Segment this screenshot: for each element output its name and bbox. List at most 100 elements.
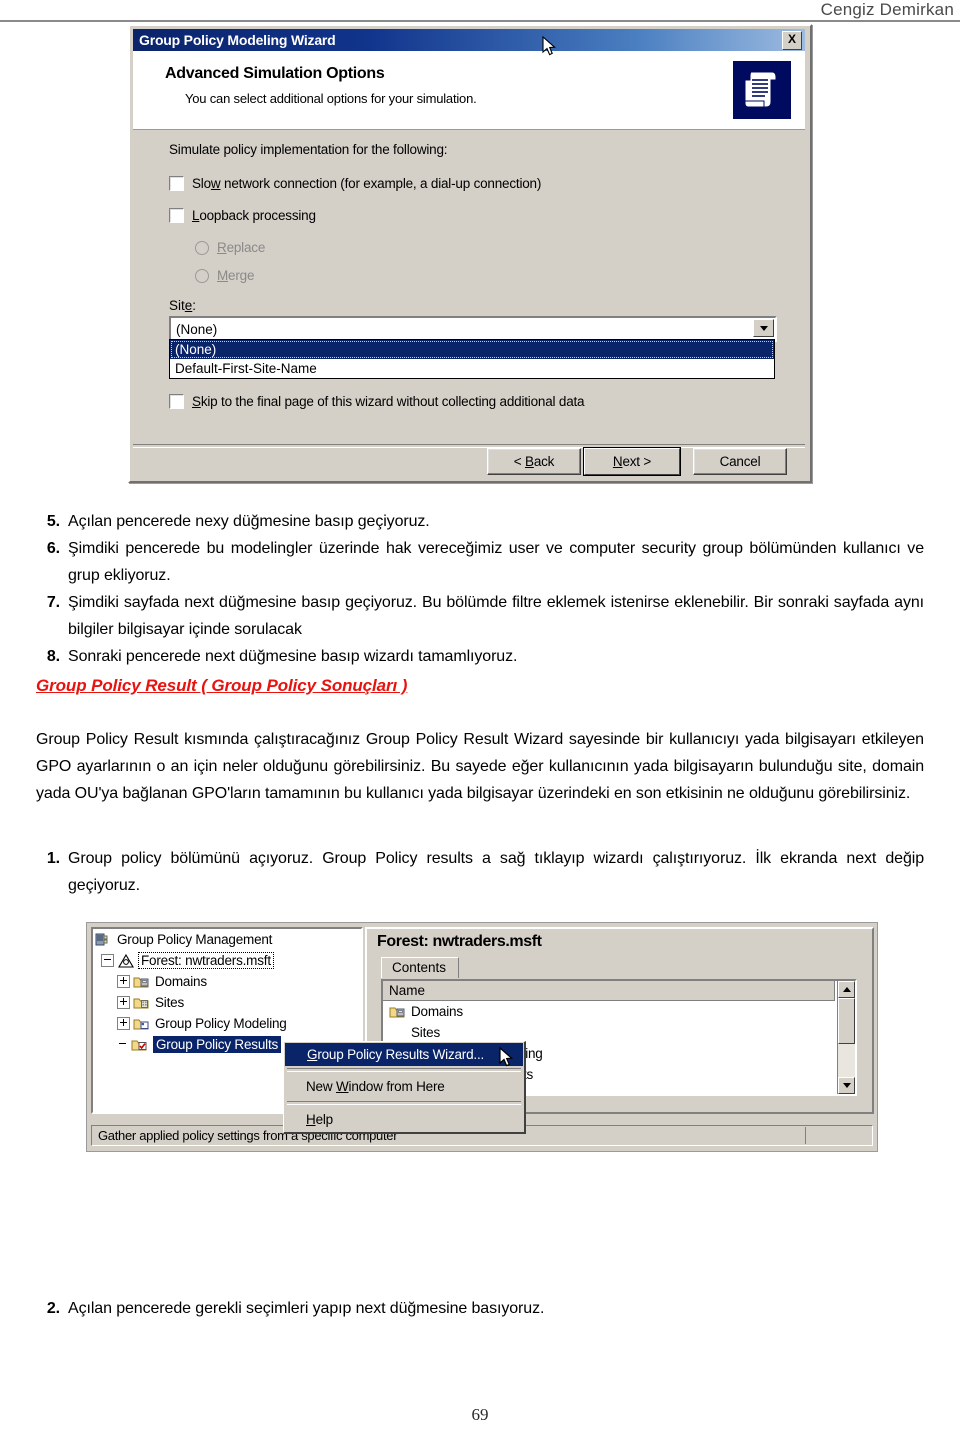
status-bar-cell — [805, 1127, 870, 1144]
group-policy-modeling-wizard-dialog: Group Policy Modeling Wizard X Advanced … — [128, 24, 812, 483]
banner-heading: Advanced Simulation Options — [165, 65, 385, 82]
merge-radio[interactable] — [195, 268, 209, 283]
expand-plus-icon[interactable] — [117, 1017, 130, 1030]
next-button-label: Next > — [612, 454, 652, 469]
forest-icon — [117, 953, 135, 969]
dialog-footer: < Back Next > Cancel — [133, 447, 805, 476]
author-name: Cengiz Demirkan — [820, 0, 954, 19]
next-button[interactable]: Next > — [583, 447, 681, 476]
tree-item-label: Group Policy Modeling — [155, 1016, 287, 1031]
tree-item-forest[interactable]: Forest: nwtraders.msft — [93, 950, 361, 971]
scroll-up-arrow-icon[interactable] — [838, 981, 855, 998]
section-heading: Group Policy Result ( Group Policy Sonuç… — [36, 676, 408, 695]
skip-final-page-checkbox[interactable] — [169, 394, 184, 409]
menu-item-label: Help — [306, 1112, 333, 1127]
results-folder-icon — [131, 1037, 149, 1053]
scrollbar-thumb[interactable] — [838, 998, 855, 1044]
tree-item-label: Sites — [155, 995, 185, 1010]
slow-network-checkbox[interactable] — [169, 176, 184, 191]
list-item-text: Group policy bölümünü açıyoruz. Group Po… — [68, 850, 924, 894]
list-item: 5. Açılan pencerede nexy düğmesine basıp… — [36, 508, 924, 535]
merge-radio-row[interactable]: Merge — [195, 268, 254, 283]
replace-radio-row[interactable]: Replace — [195, 240, 265, 255]
tree-item-label: Group Policy Management — [117, 932, 273, 947]
list-item-number: 6. — [46, 540, 60, 557]
list-item[interactable]: Domains — [383, 1001, 855, 1022]
site-option-default-first-site-name[interactable]: Default-First-Site-Name — [170, 359, 774, 378]
list-item: 2. Açılan pencerede gerekli seçimleri ya… — [36, 1295, 924, 1322]
skip-final-page-label: Skip to the final page of this wizard wi… — [192, 394, 585, 409]
loopback-checkbox[interactable] — [169, 208, 184, 223]
tree-item-group-policy-management[interactable]: Group Policy Management — [93, 929, 361, 950]
listview-scrollbar[interactable] — [837, 981, 855, 1094]
tree-item-label: Domains — [155, 974, 207, 989]
list-item-text: Açılan pencerede gerekli seçimleri yapıp… — [68, 1300, 545, 1317]
menu-item-label: Group Policy Results Wizard... — [307, 1047, 485, 1062]
cancel-button-label: Cancel — [719, 454, 761, 469]
list-item-number: 5. — [46, 513, 60, 530]
chevron-down-icon[interactable] — [753, 319, 774, 337]
steps-list-first: 5. Açılan pencerede nexy düğmesine basıp… — [36, 508, 924, 670]
expand-plus-icon[interactable] — [117, 996, 130, 1009]
list-item: 1. Group policy bölümünü açıyoruz. Group… — [36, 845, 924, 899]
tree-item-sites[interactable]: Sites — [93, 992, 361, 1013]
list-item-number: 1. — [46, 850, 60, 867]
slow-network-checkbox-row[interactable]: Slow network connection (for example, a … — [169, 176, 541, 191]
list-item-number: 7. — [46, 594, 60, 611]
skip-final-page-checkbox-row[interactable]: Skip to the final page of this wizard wi… — [169, 394, 585, 409]
dialog-titlebar[interactable]: Group Policy Modeling Wizard X — [133, 29, 805, 51]
scroll-document-icon — [733, 61, 791, 119]
modeling-folder-icon — [133, 1016, 151, 1032]
list-item-number: 2. — [46, 1300, 60, 1317]
list-item: 7. Şimdiki sayfada next düğmesine basıp … — [36, 589, 924, 643]
back-button[interactable]: < Back — [487, 448, 581, 475]
loopback-label: Loopback processing — [192, 208, 316, 223]
list-item-text: Açılan pencerede nexy düğmesine basıp ge… — [68, 513, 430, 530]
menu-item-help[interactable]: Help — [284, 1107, 524, 1132]
list-item-text: Sonraki pencerede next düğmesine basıp w… — [68, 648, 518, 665]
scroll-down-arrow-icon[interactable] — [838, 1077, 855, 1094]
dialog-banner: Advanced Simulation Options You can sele… — [133, 51, 805, 130]
scrollbar-track[interactable] — [838, 998, 855, 1077]
console-root-icon — [95, 932, 113, 948]
tree-item-label: Forest: nwtraders.msft — [138, 952, 274, 969]
sites-folder-icon — [133, 995, 151, 1011]
domains-folder-icon — [133, 974, 151, 990]
close-icon[interactable]: X — [782, 31, 802, 50]
slow-network-label: Slow network connection (for example, a … — [192, 176, 542, 191]
simulate-intro-label: Simulate policy implementation for the f… — [169, 142, 448, 157]
cancel-button[interactable]: Cancel — [693, 448, 787, 475]
page-running-header: Cengiz Demirkan — [0, 0, 960, 24]
site-option-none[interactable]: (None) — [170, 340, 774, 359]
steps-list-second: 1. Group policy bölümünü açıyoruz. Group… — [36, 845, 924, 899]
expand-plus-icon[interactable] — [117, 975, 130, 988]
header-divider-rule — [0, 20, 960, 22]
list-item: 6. Şimdiki pencerede bu modelingler üzer… — [36, 535, 924, 589]
menu-separator — [287, 1101, 521, 1105]
menu-item-group-policy-results-wizard[interactable]: Group Policy Results Wizard... — [285, 1043, 523, 1066]
menu-item-label: New Window from Here — [306, 1079, 445, 1094]
tree-item-domains[interactable]: Domains — [93, 971, 361, 992]
column-header-name[interactable]: Name — [383, 981, 835, 1001]
replace-radio[interactable] — [195, 240, 209, 255]
tree-item-group-policy-modeling[interactable]: Group Policy Modeling — [93, 1013, 361, 1034]
sites-folder-icon — [389, 1025, 407, 1041]
list-item[interactable]: Sites — [383, 1022, 855, 1043]
section-paragraph: Group Policy Result kısmında çalıştıraca… — [36, 731, 924, 802]
context-menu[interactable]: Group Policy Results Wizard... New Windo… — [283, 1041, 526, 1134]
list-item-text: Şimdiki sayfada next düğmesine basıp geç… — [68, 594, 924, 638]
list-item: 8. Sonraki pencerede next düğmesine bası… — [36, 643, 924, 670]
menu-item-new-window-from-here[interactable]: New Window from Here — [284, 1074, 524, 1099]
loopback-checkbox-row[interactable]: Loopback processing — [169, 208, 316, 223]
replace-label: Replace — [217, 240, 266, 255]
list-item-number: 8. — [46, 648, 60, 665]
list-item-text: Şimdiki pencerede bu modelingler üzerind… — [68, 540, 924, 584]
list-item-label: Domains — [411, 1004, 463, 1019]
tab-contents[interactable]: Contents — [381, 957, 460, 978]
menu-separator — [287, 1068, 521, 1072]
tree-leaf-spacer — [117, 1039, 128, 1050]
site-combobox-dropdown[interactable]: (None) Default-First-Site-Name — [169, 339, 775, 379]
dialog-title: Group Policy Modeling Wizard — [139, 32, 336, 48]
steps-list-third: 2. Açılan pencerede gerekli seçimleri ya… — [36, 1295, 924, 1322]
collapse-minus-icon[interactable] — [101, 954, 114, 967]
